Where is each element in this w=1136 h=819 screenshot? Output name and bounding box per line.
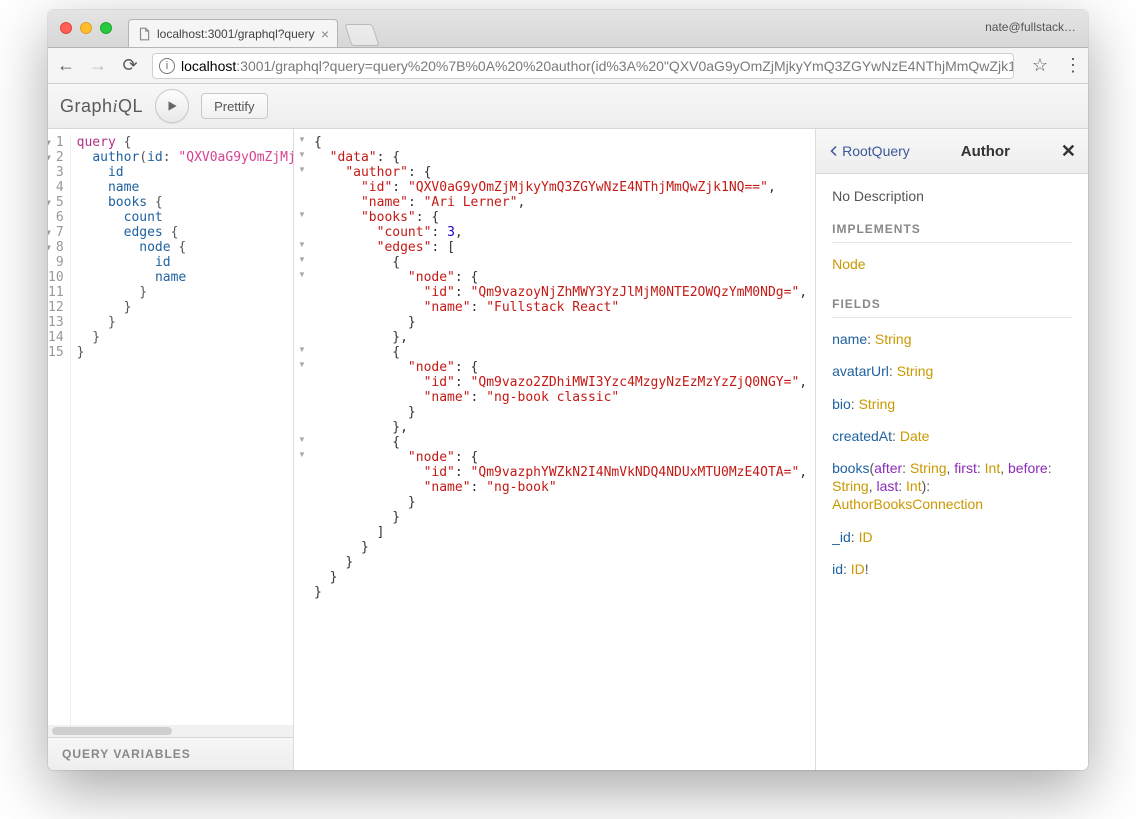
chevron-left-icon <box>828 144 840 158</box>
type-link[interactable]: Int <box>985 460 1001 476</box>
field-name[interactable]: books <box>832 460 869 476</box>
browser-window: localhost:3001/graphql?query × nate@full… <box>48 10 1088 770</box>
field-row: id: ID! <box>832 560 1072 578</box>
docs-back-label: RootQuery <box>842 143 910 159</box>
docs-body: No Description IMPLEMENTS Node FIELDS na… <box>816 174 1088 616</box>
field-name[interactable]: _id <box>832 529 851 545</box>
query-editor-pane: 1▼2▼345▼67▼8▼9101112131415 query { autho… <box>48 129 294 770</box>
chrome-menu-button[interactable]: ⋮ <box>1064 55 1080 76</box>
type-link[interactable]: ID <box>859 529 873 545</box>
type-link[interactable]: String <box>897 363 934 379</box>
browser-tab[interactable]: localhost:3001/graphql?query × <box>128 19 338 47</box>
docs-back-button[interactable]: RootQuery <box>828 143 910 159</box>
horizontal-scrollbar[interactable] <box>48 725 293 737</box>
tab-title: localhost:3001/graphql?query <box>157 27 314 41</box>
type-link[interactable]: Int <box>906 478 922 494</box>
graphiql-app: GraphiQL Prettify 1▼2▼345▼67▼8▼910111213… <box>48 84 1088 770</box>
field-row: avatarUrl: String <box>832 362 1072 380</box>
url-host: localhost <box>181 58 236 74</box>
address-bar[interactable]: i localhost:3001/graphql?query=query%20%… <box>152 53 1014 79</box>
docs-explorer: RootQuery Author ✕ No Description IMPLEM… <box>816 129 1088 770</box>
type-link[interactable]: AuthorBooksConnection <box>832 496 983 512</box>
profile-name[interactable]: nate@fullstack… <box>985 20 1076 34</box>
type-link[interactable]: String <box>859 396 896 412</box>
site-info-icon[interactable]: i <box>159 58 175 74</box>
docs-description: No Description <box>832 188 1072 204</box>
graphiql-topbar: GraphiQL Prettify <box>48 84 1088 129</box>
field-row: books(after: String, first: Int, before:… <box>832 459 1072 514</box>
type-link[interactable]: Node <box>832 256 865 272</box>
prettify-button[interactable]: Prettify <box>201 93 267 119</box>
field-name[interactable]: createdAt <box>832 428 892 444</box>
fields-heading: FIELDS <box>832 297 1072 318</box>
line-gutter: 1▼2▼345▼67▼8▼9101112131415 <box>48 135 71 725</box>
chrome-toolbar: ← → ⟳ i localhost:3001/graphql?query=que… <box>48 48 1088 84</box>
result-json[interactable]: { "data": { "author": { "id": "QXV0aG9yO… <box>310 129 815 770</box>
field-row: createdAt: Date <box>832 427 1072 445</box>
field-row: _id: ID <box>832 528 1072 546</box>
field-name[interactable]: id <box>832 561 843 577</box>
graphiql-logo: GraphiQL <box>60 96 143 117</box>
docs-implements-section: IMPLEMENTS Node <box>832 222 1072 273</box>
page-icon <box>137 27 151 41</box>
type-link[interactable]: String <box>910 460 947 476</box>
query-variables-toggle[interactable]: QUERY VARIABLES <box>48 737 293 770</box>
chrome-tab-bar: localhost:3001/graphql?query × nate@full… <box>48 10 1088 48</box>
docs-fields-section: FIELDS name: String avatarUrl: String bio:… <box>832 297 1072 578</box>
implements-heading: IMPLEMENTS <box>832 222 1072 243</box>
query-editor[interactable]: 1▼2▼345▼67▼8▼9101112131415 query { autho… <box>48 129 293 725</box>
result-fold-gutter: ▼▼▼▼▼▼▼▼▼▼▼ <box>294 129 310 770</box>
docs-close-button[interactable]: ✕ <box>1061 141 1076 162</box>
docs-title: Author <box>910 143 1061 160</box>
forward-button[interactable]: → <box>88 55 108 76</box>
back-button[interactable]: ← <box>56 55 76 76</box>
bookmark-button[interactable]: ☆ <box>1032 55 1048 76</box>
maximize-window-button[interactable] <box>100 22 112 34</box>
window-controls <box>60 22 112 34</box>
tab-close-button[interactable]: × <box>321 26 329 42</box>
url-path: :3001/graphql?query=query%20%7B%0A%20%20… <box>236 58 1014 74</box>
field-name[interactable]: bio <box>832 396 851 412</box>
field-name[interactable]: name <box>832 331 867 347</box>
type-link[interactable]: String <box>832 478 869 494</box>
type-link[interactable]: String <box>875 331 912 347</box>
field-row: name: String <box>832 330 1072 348</box>
graphiql-body: 1▼2▼345▼67▼8▼9101112131415 query { autho… <box>48 129 1088 770</box>
type-link[interactable]: Date <box>900 428 930 444</box>
minimize-window-button[interactable] <box>80 22 92 34</box>
docs-header: RootQuery Author ✕ <box>816 129 1088 174</box>
close-window-button[interactable] <box>60 22 72 34</box>
result-pane: ▼▼▼▼▼▼▼▼▼▼▼ { "data": { "author": { "id"… <box>294 129 816 770</box>
field-row: bio: String <box>832 395 1072 413</box>
reload-button[interactable]: ⟳ <box>120 55 140 76</box>
type-link[interactable]: ID <box>851 561 865 577</box>
execute-button[interactable] <box>155 89 189 123</box>
play-icon <box>165 99 179 113</box>
query-code[interactable]: query { author(id: "QXV0aG9yOmZjMj id na… <box>71 135 293 725</box>
scrollbar-thumb[interactable] <box>52 727 172 735</box>
new-tab-button[interactable] <box>344 24 379 46</box>
field-name[interactable]: avatarUrl <box>832 363 889 379</box>
